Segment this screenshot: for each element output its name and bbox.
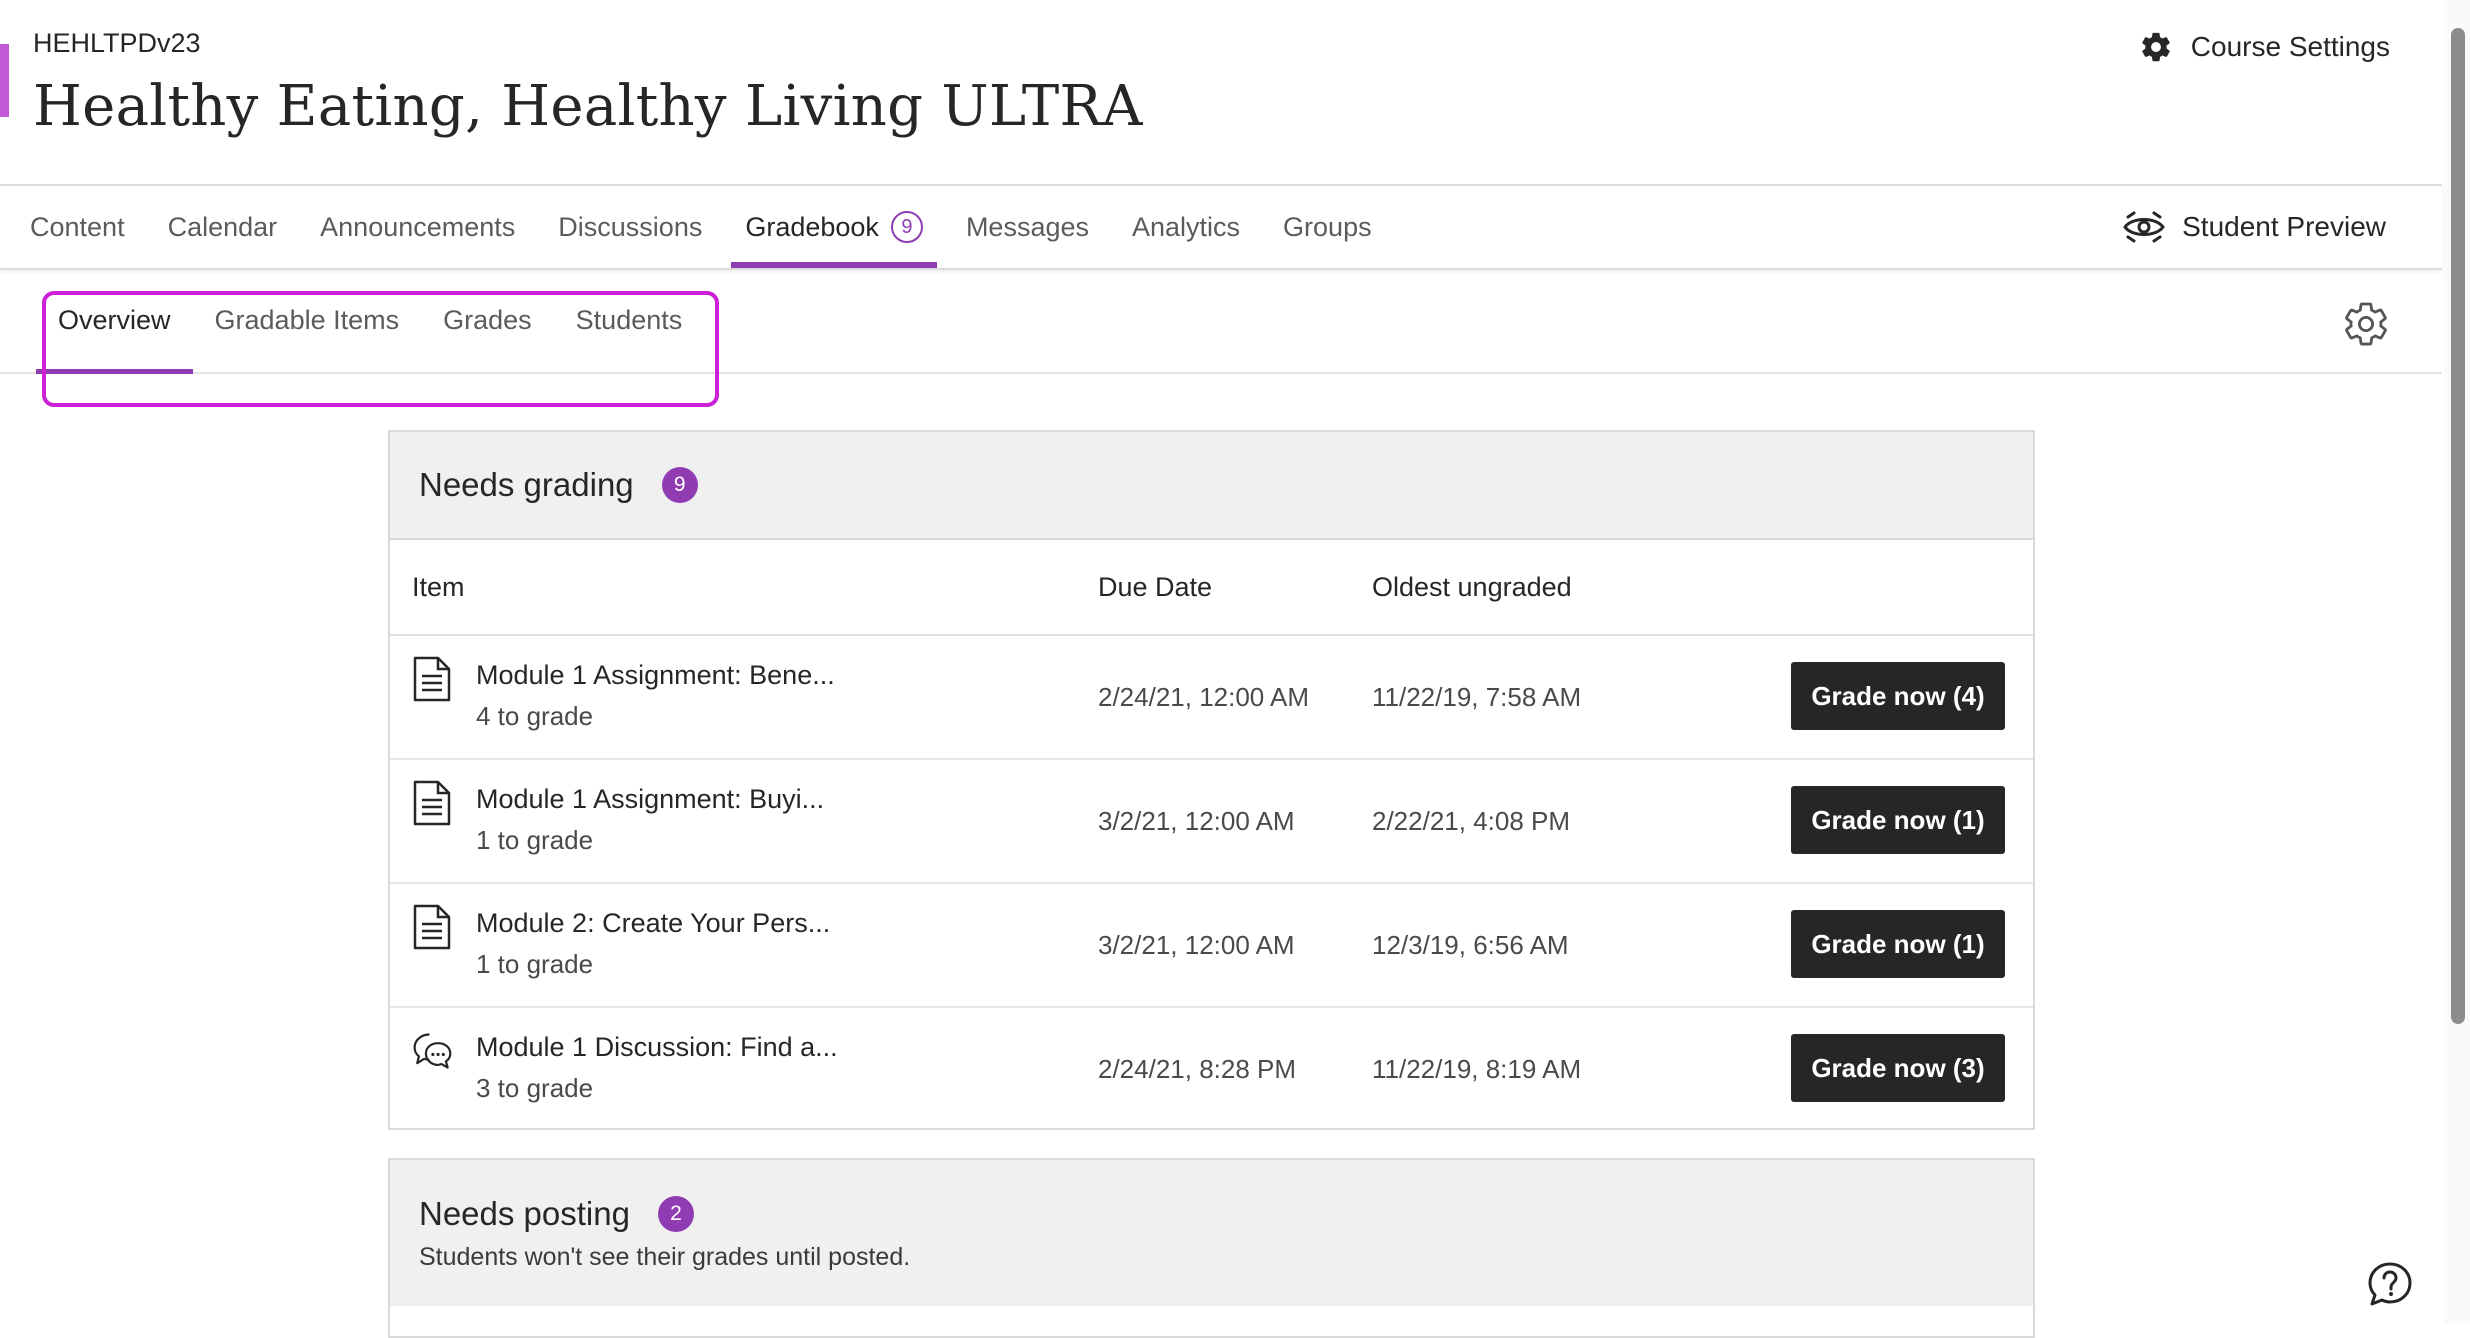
course-code: HEHLTPDv23 (33, 28, 201, 58)
subtab-grades[interactable]: Grades (421, 268, 554, 372)
item-name-link[interactable]: Module 1 Assignment: Bene... (476, 660, 835, 691)
item-to-grade-count: 1 to grade (476, 949, 594, 979)
column-header-due-date: Due Date (1098, 572, 1213, 602)
document-icon (413, 904, 451, 950)
table-row: Module 2: Create Your Pers... 1 to grade… (390, 884, 2033, 1008)
subtab-label: Students (575, 304, 683, 335)
subtab-students[interactable]: Students (554, 268, 705, 372)
table-row: Module 1 Assignment: Buyi... 1 to grade … (390, 760, 2033, 884)
grade-now-button[interactable]: Grade now (4) (1791, 662, 2005, 730)
item-oldest-ungraded: 12/3/19, 6:56 AM (1372, 930, 1569, 960)
table-header: Item Due Date Oldest ungraded (390, 540, 2033, 636)
tab-calendar[interactable]: Calendar (154, 186, 292, 268)
gear-icon (2141, 32, 2170, 62)
table-row: Module 1 Discussion: Find a... 3 to grad… (390, 1008, 2033, 1130)
student-preview-button[interactable]: Student Preview (2122, 186, 2386, 268)
tab-label: Announcements (320, 211, 516, 242)
tab-label: Calendar (167, 211, 278, 242)
item-oldest-ungraded: 2/22/21, 4:08 PM (1372, 806, 1571, 836)
item-due-date: 2/24/21, 12:00 AM (1098, 682, 1310, 712)
tab-label: Analytics (1132, 211, 1241, 242)
needs-posting-panel: Needs posting 2 Students won't see their… (388, 1158, 2035, 1338)
tab-label: Messages (965, 211, 1089, 242)
tab-announcements[interactable]: Announcements (306, 186, 529, 268)
tab-gradebook[interactable]: Gradebook 9 (731, 186, 937, 268)
item-due-date: 3/2/21, 12:00 AM (1098, 930, 1295, 960)
needs-grading-count-badge: 9 (661, 467, 698, 503)
tab-discussions[interactable]: Discussions (544, 186, 716, 268)
tab-label: Discussions (558, 211, 703, 242)
column-header-item: Item (412, 572, 465, 602)
grade-now-button[interactable]: Grade now (1) (1791, 786, 2005, 854)
item-name-link[interactable]: Module 2: Create Your Pers... (476, 908, 830, 939)
needs-posting-description: Students won't see their grades until po… (419, 1242, 911, 1271)
item-oldest-ungraded: 11/22/19, 7:58 AM (1372, 682, 1582, 712)
subtab-overview[interactable]: Overview (36, 268, 193, 374)
subtab-label: Overview (58, 304, 171, 335)
gradebook-settings-gear-icon[interactable] (2342, 300, 2390, 348)
item-to-grade-count: 3 to grade (476, 1073, 594, 1103)
table-row: Module 1 Assignment: Bene... 4 to grade … (390, 636, 2033, 760)
tab-content[interactable]: Content (16, 186, 139, 268)
grade-now-button[interactable]: Grade now (1) (1791, 910, 2005, 978)
item-to-grade-count: 4 to grade (476, 701, 594, 731)
document-icon (413, 780, 451, 826)
course-title: Healthy Eating, Healthy Living ULTRA (33, 74, 1143, 139)
item-oldest-ungraded: 11/22/19, 8:19 AM (1372, 1054, 1582, 1084)
needs-posting-header: Needs posting 2 Students won't see their… (390, 1160, 2033, 1306)
student-preview-label: Student Preview (2182, 211, 2386, 242)
course-settings-label: Course Settings (2190, 31, 2390, 62)
discussion-icon (413, 1033, 452, 1069)
needs-posting-count-badge: 2 (657, 1195, 694, 1232)
course-navigation: Content Calendar Announcements Discussio… (0, 184, 2442, 270)
subtab-label: Gradable Items (214, 304, 400, 335)
subtab-label: Grades (443, 304, 532, 335)
course-settings-button[interactable]: Course Settings (2139, 30, 2390, 64)
course-accent-bar (0, 44, 9, 117)
column-header-oldest-ungraded: Oldest ungraded (1372, 572, 1572, 602)
needs-grading-title: Needs grading (419, 466, 634, 503)
needs-grading-panel: Needs grading 9 Item Due Date Oldest ung… (388, 430, 2035, 1130)
scrollbar-thumb[interactable] (2451, 28, 2465, 1024)
gradebook-count-badge: 9 (890, 211, 923, 243)
tab-messages[interactable]: Messages (952, 186, 1103, 268)
tab-label: Gradebook (745, 211, 879, 242)
grade-now-button[interactable]: Grade now (3) (1791, 1034, 2005, 1102)
needs-posting-title: Needs posting (419, 1194, 630, 1232)
item-to-grade-count: 1 to grade (476, 825, 594, 855)
tab-groups[interactable]: Groups (1269, 186, 1386, 268)
gradebook-subnav: Overview Gradable Items Grades Students (0, 268, 2442, 374)
tab-label: Content (30, 211, 125, 242)
item-due-date: 2/24/21, 8:28 PM (1098, 1054, 1297, 1084)
document-icon (413, 656, 451, 702)
needs-grading-header: Needs grading 9 (390, 432, 2033, 540)
item-name-link[interactable]: Module 1 Discussion: Find a... (476, 1032, 838, 1063)
tab-label: Groups (1283, 211, 1372, 242)
page-scrollbar[interactable] (2444, 0, 2470, 1323)
tab-analytics[interactable]: Analytics (1118, 186, 1254, 268)
item-name-link[interactable]: Module 1 Assignment: Buyi... (476, 784, 824, 815)
eye-preview-icon (2123, 211, 2165, 243)
subtab-gradable-items[interactable]: Gradable Items (193, 268, 422, 372)
item-due-date: 3/2/21, 12:00 AM (1098, 806, 1295, 836)
help-icon[interactable] (2366, 1260, 2414, 1308)
